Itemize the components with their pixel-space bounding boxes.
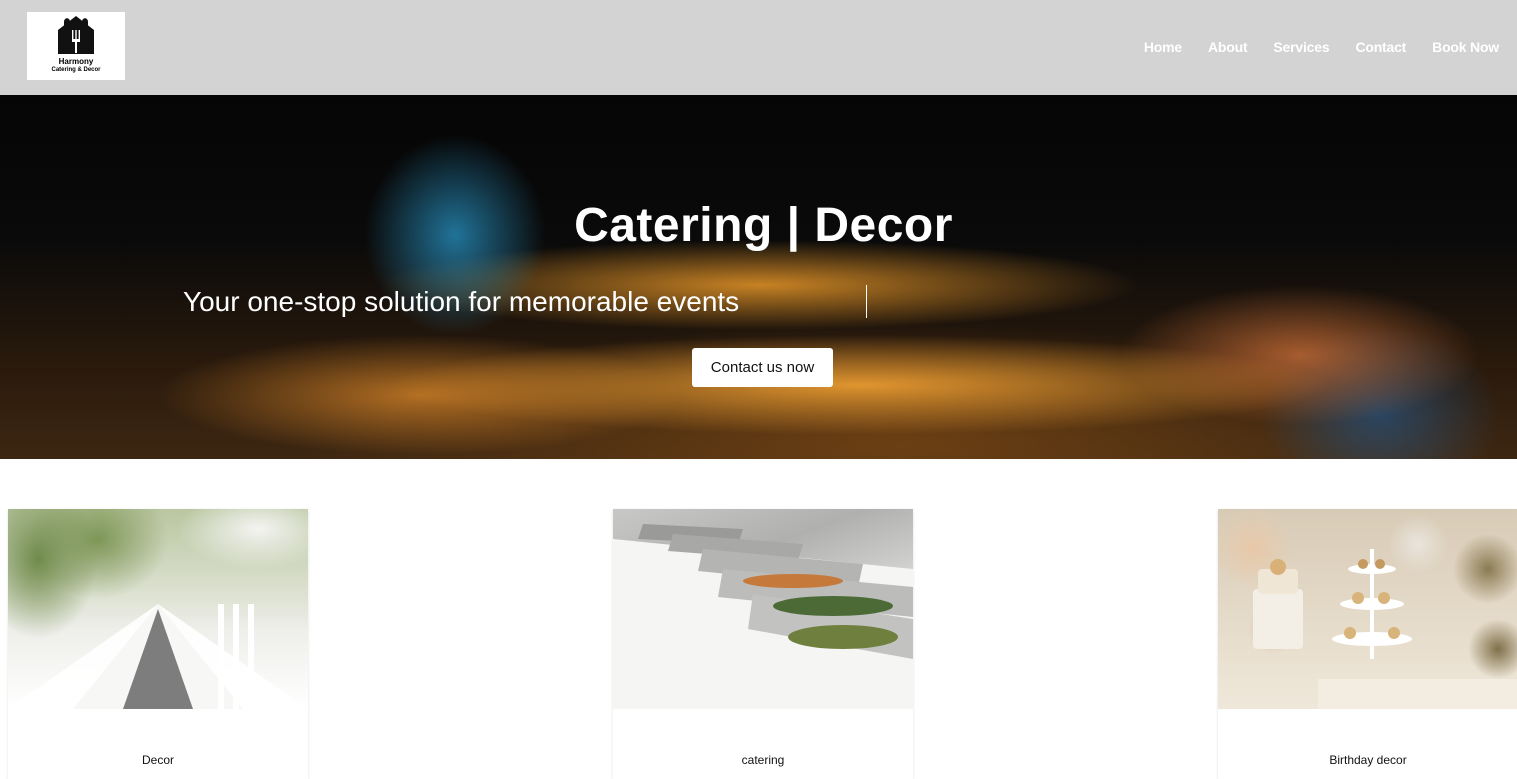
brand-name: Harmony [58,57,94,66]
birthday-decor-photo [1218,509,1517,709]
service-card-birthday[interactable]: Birthday decor [1218,509,1517,779]
service-card-catering[interactable]: catering [613,509,913,779]
nav-contact[interactable]: Contact [1355,38,1406,56]
nav-home[interactable]: Home [1144,38,1182,56]
hero-subtitle: Your one-stop solution for memorable eve… [183,286,740,317]
card-label: Birthday decor [1329,753,1407,767]
nav-about[interactable]: About [1208,38,1248,56]
card-label: catering [741,753,785,767]
house-fork-icon [58,16,94,54]
main-nav: Home About Services Contact Book Now [1118,38,1499,56]
decor-table-photo [8,509,308,709]
nav-book-now[interactable]: Book Now [1432,38,1499,56]
service-card-decor[interactable]: Decor [8,509,308,779]
site-header: Harmony Catering & Decor Home About Serv… [0,0,1517,95]
decor-photo-illustration [8,604,308,709]
nav-services[interactable]: Services [1273,38,1329,56]
brand-tagline: Catering & Decor [51,67,101,73]
brand-logo[interactable]: Harmony Catering & Decor [27,12,125,80]
birthday-photo-illustration [1253,549,1517,709]
hero-banner: Catering | Decor Your one-stop solution … [0,95,1517,459]
card-label: Decor [141,753,174,767]
contact-us-button[interactable]: Contact us now [692,348,833,387]
typing-cursor [866,285,867,318]
catering-buffet-photo [613,509,913,709]
hero-title: Catering | Decor [574,199,953,252]
catering-photo-illustration [613,524,913,709]
